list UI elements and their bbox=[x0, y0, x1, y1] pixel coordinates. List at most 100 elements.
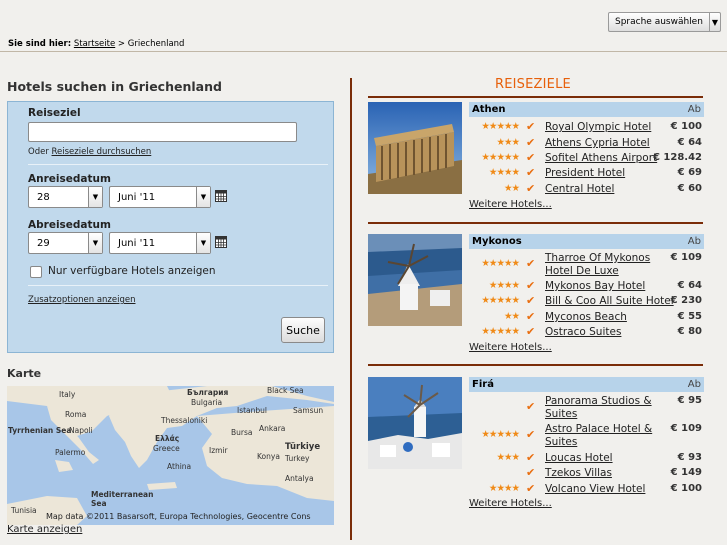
price-header: Ab bbox=[687, 236, 701, 247]
hotel-link[interactable]: Loucas Hotel bbox=[545, 452, 613, 464]
hotel-link[interactable]: Sofitel Athens Airport bbox=[545, 152, 657, 164]
chevron-down-icon[interactable]: ▼ bbox=[708, 13, 720, 31]
hotel-price: € 93 bbox=[677, 452, 702, 463]
destination-header: Firá Ab bbox=[469, 377, 704, 392]
hotel-price: € 230 bbox=[670, 295, 702, 306]
hotel-link[interactable]: Athens Cypria Hotel bbox=[545, 137, 650, 149]
destination-input[interactable] bbox=[28, 122, 297, 142]
breadcrumb-current: Griechenland bbox=[127, 39, 185, 49]
departure-month-value: Juni '11 bbox=[118, 237, 156, 249]
top-bar: Sprache auswählen ▼ bbox=[0, 0, 727, 36]
check-icon: ✔ bbox=[526, 182, 536, 195]
map-label: Bulgaria bbox=[191, 398, 223, 407]
arrival-label: Anreisedatum bbox=[28, 173, 111, 185]
search-panel: Reiseziel Oder Reiseziele durchsuchen An… bbox=[7, 101, 334, 353]
or-text: Oder bbox=[28, 147, 49, 157]
map-label: Greece bbox=[153, 444, 180, 453]
divider bbox=[368, 364, 703, 366]
column-divider bbox=[350, 78, 352, 540]
calendar-icon[interactable] bbox=[215, 236, 227, 248]
check-icon: ✔ bbox=[526, 166, 536, 179]
hotel-price: € 64 bbox=[677, 280, 702, 291]
more-hotels-link[interactable]: Weitere Hotels... bbox=[469, 498, 552, 509]
rating-stars: ★★★★ bbox=[488, 167, 520, 178]
check-icon: ✔ bbox=[526, 136, 536, 149]
show-map-link[interactable]: Karte anzeigen bbox=[7, 524, 82, 535]
hotel-row: ★★★★★ ✔ Tharroe Of Mykonos Hotel De Luxe… bbox=[469, 252, 704, 278]
destination-name[interactable]: Athen bbox=[472, 104, 506, 115]
check-icon: ✔ bbox=[526, 310, 536, 323]
hotel-link[interactable]: Central Hotel bbox=[545, 183, 614, 195]
map-label: Tyrrhenian Sea bbox=[8, 426, 72, 435]
rating-stars: ★★★ bbox=[496, 452, 520, 463]
extra-options: Zusatzoptionen anzeigen bbox=[28, 295, 136, 305]
hotel-link[interactable]: Astro Palace Hotel & Suites bbox=[545, 423, 657, 449]
price-header: Ab bbox=[687, 379, 701, 390]
destination-photo-mykonos[interactable] bbox=[368, 234, 462, 326]
destination-fira: Firá Ab ✔ Panorama Studios & Suites € 95… bbox=[368, 377, 705, 517]
hotel-link[interactable]: Ostraco Suites bbox=[545, 326, 621, 338]
check-icon: ✔ bbox=[526, 120, 536, 133]
map-label: Izmir bbox=[209, 446, 228, 455]
check-icon: ✔ bbox=[526, 257, 536, 270]
extra-options-link[interactable]: Zusatzoptionen anzeigen bbox=[28, 295, 136, 305]
check-icon: ✔ bbox=[526, 151, 536, 164]
rating-stars: ★★★★ bbox=[488, 280, 520, 291]
map-label: Athina bbox=[167, 462, 192, 471]
map-label: България bbox=[187, 388, 229, 397]
map-label: Konya bbox=[257, 452, 280, 461]
chevron-down-icon: ▼ bbox=[196, 233, 210, 253]
check-icon: ✔ bbox=[526, 451, 536, 464]
rating-stars: ★★★ bbox=[496, 137, 520, 148]
hotel-link[interactable]: Tharroe Of Mykonos Hotel De Luxe bbox=[545, 252, 657, 278]
arrival-month-select[interactable]: Juni '11 ▼ bbox=[109, 186, 211, 208]
check-icon: ✔ bbox=[526, 428, 536, 441]
breadcrumb: Sie sind hier: Startseite > Griechenland bbox=[0, 36, 727, 52]
browse-destinations-link[interactable]: Reiseziele durchsuchen bbox=[52, 147, 152, 157]
rating-stars: ★★★★★ bbox=[481, 326, 520, 337]
rating-stars: ★★★★★ bbox=[481, 152, 520, 163]
destination-name[interactable]: Mykonos bbox=[472, 236, 522, 247]
hotel-price: € 100 bbox=[670, 483, 702, 494]
map-label: Bursa bbox=[231, 428, 253, 437]
search-button[interactable]: Suche bbox=[281, 317, 325, 343]
map[interactable]: Black Sea България Bulgaria Istanbul Ita… bbox=[7, 386, 334, 525]
hotel-link[interactable]: President Hotel bbox=[545, 167, 625, 179]
hotel-link[interactable]: Bill & Coo All Suite Hotel bbox=[545, 295, 674, 307]
map-label: Antalya bbox=[285, 474, 314, 483]
rating-stars: ★★ bbox=[503, 183, 520, 194]
hotel-link[interactable]: Royal Olympic Hotel bbox=[545, 121, 651, 133]
rating-stars: ★★★★ bbox=[488, 483, 520, 494]
hotel-price: € 80 bbox=[677, 326, 702, 337]
hotel-link[interactable]: Mykonos Bay Hotel bbox=[545, 280, 645, 292]
departure-day-select[interactable]: 29 ▼ bbox=[28, 232, 103, 254]
language-select-label: Sprache auswählen bbox=[615, 17, 703, 27]
hotel-link[interactable]: Myconos Beach bbox=[545, 311, 627, 323]
hotel-price: € 109 bbox=[670, 252, 702, 263]
more-hotels-link[interactable]: Weitere Hotels... bbox=[469, 342, 552, 353]
hotel-link[interactable]: Tzekos Villas bbox=[545, 467, 612, 479]
browse-destinations: Oder Reiseziele durchsuchen bbox=[28, 147, 151, 157]
language-select-button[interactable]: Sprache auswählen ▼ bbox=[608, 12, 721, 32]
hotel-link[interactable]: Volcano View Hotel bbox=[545, 483, 645, 495]
map-label: Thessaloniki bbox=[161, 416, 208, 425]
check-icon: ✔ bbox=[526, 400, 536, 413]
map-label: Turkey bbox=[285, 454, 310, 463]
rating-stars: ★★★★★ bbox=[481, 295, 520, 306]
departure-month-select[interactable]: Juni '11 ▼ bbox=[109, 232, 211, 254]
calendar-icon[interactable] bbox=[215, 190, 227, 202]
destination-photo-fira[interactable] bbox=[368, 377, 462, 469]
breadcrumb-home-link[interactable]: Startseite bbox=[74, 39, 115, 49]
more-hotels-link[interactable]: Weitere Hotels... bbox=[469, 199, 552, 210]
rating-stars: ★★★★★ bbox=[481, 121, 520, 132]
map-label: Napoli bbox=[69, 426, 93, 435]
available-only-checkbox[interactable] bbox=[30, 266, 42, 278]
arrival-day-select[interactable]: 28 ▼ bbox=[28, 186, 103, 208]
destination-name[interactable]: Firá bbox=[472, 379, 494, 390]
check-icon: ✔ bbox=[526, 294, 536, 307]
price-header: Ab bbox=[687, 104, 701, 115]
check-icon: ✔ bbox=[526, 466, 536, 479]
destination-photo-athen[interactable] bbox=[368, 102, 462, 194]
hotel-link[interactable]: Panorama Studios & Suites bbox=[545, 395, 657, 421]
hotel-row: ✔ Panorama Studios & Suites € 95 bbox=[469, 395, 704, 421]
